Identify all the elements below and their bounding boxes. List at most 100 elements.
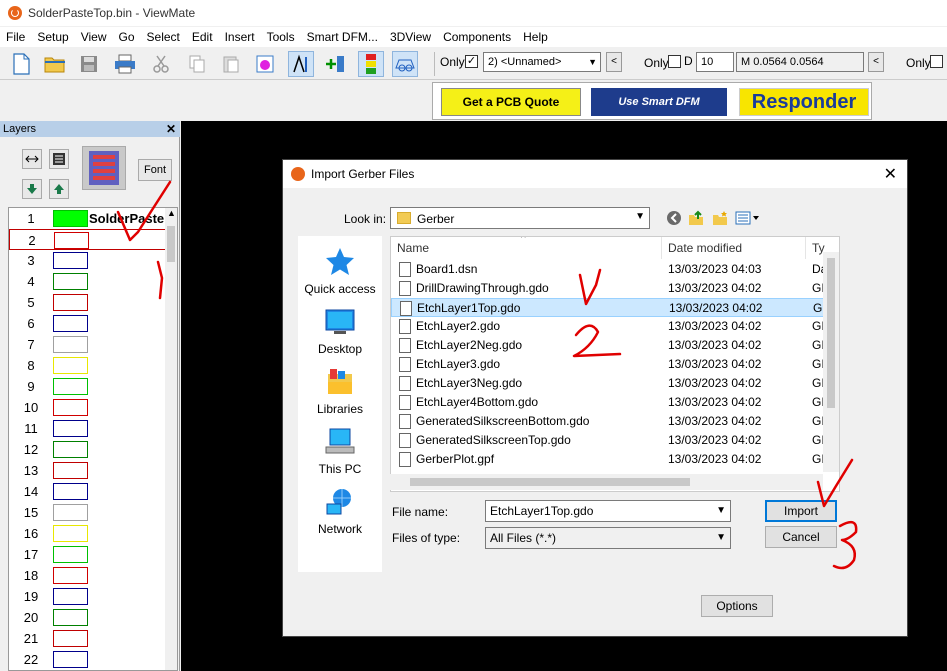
layer-row[interactable]: 19 (9, 586, 169, 607)
place-desktop[interactable]: Desktop (298, 306, 382, 356)
layer-color-swatch[interactable] (53, 630, 88, 647)
cut-icon[interactable] (148, 51, 174, 77)
layer-row[interactable]: 14 (9, 481, 169, 502)
layer-row[interactable]: 4 (9, 271, 169, 292)
add-layer-icon[interactable] (322, 51, 348, 77)
layer-row[interactable]: 9 (9, 376, 169, 397)
pcb-quote-button[interactable]: Get a PCB Quote (441, 88, 581, 116)
font-button[interactable]: Font (138, 159, 172, 181)
place-libraries[interactable]: Libraries (298, 366, 382, 416)
menu-components[interactable]: Components (437, 30, 517, 44)
file-type-select[interactable]: All Files (*.*) ▼ (485, 527, 731, 549)
move-up-icon[interactable] (49, 179, 69, 199)
save-icon[interactable] (76, 51, 102, 77)
layer-color-swatch[interactable] (53, 483, 88, 500)
file-row[interactable]: EtchLayer2Neg.gdo 13/03/2023 04:02 GI (391, 336, 839, 355)
view-3d-icon[interactable] (392, 51, 418, 77)
layer-row[interactable]: 21 (9, 628, 169, 649)
layer-row[interactable]: 13 (9, 460, 169, 481)
collapse-layers-icon[interactable] (49, 149, 69, 169)
layer-color-swatch[interactable] (53, 567, 88, 584)
layer-color-swatch[interactable] (53, 462, 88, 479)
file-row[interactable]: EtchLayer4Bottom.gdo 13/03/2023 04:02 GI (391, 393, 839, 412)
layer-row[interactable]: 12 (9, 439, 169, 460)
prev-button[interactable]: < (868, 52, 884, 72)
menu-help[interactable]: Help (517, 30, 554, 44)
highlight-icon[interactable] (252, 51, 278, 77)
responder-button[interactable]: Responder (739, 88, 869, 116)
layer-color-swatch[interactable] (53, 546, 88, 563)
vertical-scrollbar[interactable] (823, 252, 839, 472)
layer-row[interactable]: 8 (9, 355, 169, 376)
scroll-up-icon[interactable]: ▲ (167, 208, 176, 218)
layer-row[interactable]: 10 (9, 397, 169, 418)
layer-color-swatch[interactable] (53, 357, 88, 374)
layer-color-swatch[interactable] (53, 294, 88, 311)
layer-row[interactable]: 17 (9, 544, 169, 565)
layer-colors-icon[interactable] (358, 51, 384, 77)
file-row[interactable]: EtchLayer3.gdo 13/03/2023 04:02 GI (391, 355, 839, 374)
layer-color-swatch[interactable] (53, 420, 88, 437)
print-icon[interactable] (112, 51, 138, 77)
place-network[interactable]: Network (298, 486, 382, 536)
layer-row[interactable]: 11 (9, 418, 169, 439)
menu-insert[interactable]: Insert (219, 30, 261, 44)
smart-dfm-button[interactable]: Use Smart DFM (591, 88, 727, 116)
d-value-field[interactable]: 10 (696, 52, 734, 72)
place-this-pc[interactable]: This PC (298, 426, 382, 476)
layer-row[interactable]: 7 (9, 334, 169, 355)
copy-icon[interactable] (184, 51, 210, 77)
layer-color-swatch[interactable] (53, 651, 88, 668)
menu-go[interactable]: Go (113, 30, 141, 44)
file-name-field[interactable]: EtchLayer1Top.gdo ▼ (485, 500, 731, 522)
layer-stack-icon[interactable] (82, 146, 126, 190)
open-folder-icon[interactable] (42, 51, 68, 77)
menu-3dview[interactable]: 3DView (384, 30, 437, 44)
layer-row[interactable]: 5 (9, 292, 169, 313)
cancel-button[interactable]: Cancel (765, 526, 837, 548)
column-date[interactable]: Date modified (668, 241, 742, 255)
scroll-thumb[interactable] (827, 258, 835, 408)
up-folder-icon[interactable] (687, 209, 705, 227)
file-row[interactable]: GeneratedSilkscreenTop.gdo 13/03/2023 04:… (391, 431, 839, 450)
menu-edit[interactable]: Edit (186, 30, 219, 44)
only-checkbox-1[interactable]: ✓ (465, 55, 478, 68)
file-row[interactable]: EtchLayer1Top.gdo 13/03/2023 04:02 GI (391, 298, 839, 317)
file-row[interactable]: GeneratedSilkscreenBottom.gdo 13/03/2023 … (391, 412, 839, 431)
layer-list-scrollbar[interactable]: ▲ (165, 208, 177, 670)
layer-color-swatch[interactable] (53, 609, 88, 626)
view-menu-icon[interactable] (735, 209, 761, 227)
menu-file[interactable]: File (0, 30, 31, 44)
expand-layers-icon[interactable] (22, 149, 42, 169)
layer-color-swatch[interactable] (53, 588, 88, 605)
menu-smart-dfm[interactable]: Smart DFM... (301, 30, 384, 44)
layer-row[interactable]: 22 (9, 649, 169, 670)
options-button[interactable]: Options (701, 595, 773, 617)
layer-color-swatch[interactable] (53, 399, 88, 416)
layer-row[interactable]: 18 (9, 565, 169, 586)
layer-color-swatch[interactable] (54, 232, 89, 249)
column-name[interactable]: Name (397, 241, 429, 255)
back-icon[interactable] (665, 209, 683, 227)
scroll-thumb[interactable] (410, 478, 690, 486)
layer-color-swatch[interactable] (53, 336, 88, 353)
horizontal-scrollbar[interactable] (390, 474, 823, 490)
menu-tools[interactable]: Tools (261, 30, 301, 44)
layer-color-swatch[interactable] (53, 315, 88, 332)
layer-row[interactable]: 20 (9, 607, 169, 628)
close-icon[interactable]: ✕ (884, 164, 897, 184)
scroll-thumb[interactable] (167, 226, 175, 262)
menu-view[interactable]: View (75, 30, 113, 44)
layer-row[interactable]: 2 (9, 229, 169, 250)
new-file-icon[interactable] (8, 51, 34, 77)
layer-color-swatch[interactable] (53, 210, 88, 227)
layer-color-swatch[interactable] (53, 441, 88, 458)
layer-row[interactable]: 15 (9, 502, 169, 523)
measure-icon[interactable] (288, 51, 314, 77)
file-row[interactable]: EtchLayer3Neg.gdo 13/03/2023 04:02 GI (391, 374, 839, 393)
file-row[interactable]: Board1.dsn 13/03/2023 04:03 Da (391, 260, 839, 279)
move-down-icon[interactable] (22, 179, 42, 199)
layer-color-swatch[interactable] (53, 504, 88, 521)
layer-row[interactable]: 6 (9, 313, 169, 334)
only-checkbox-3[interactable] (930, 55, 943, 68)
